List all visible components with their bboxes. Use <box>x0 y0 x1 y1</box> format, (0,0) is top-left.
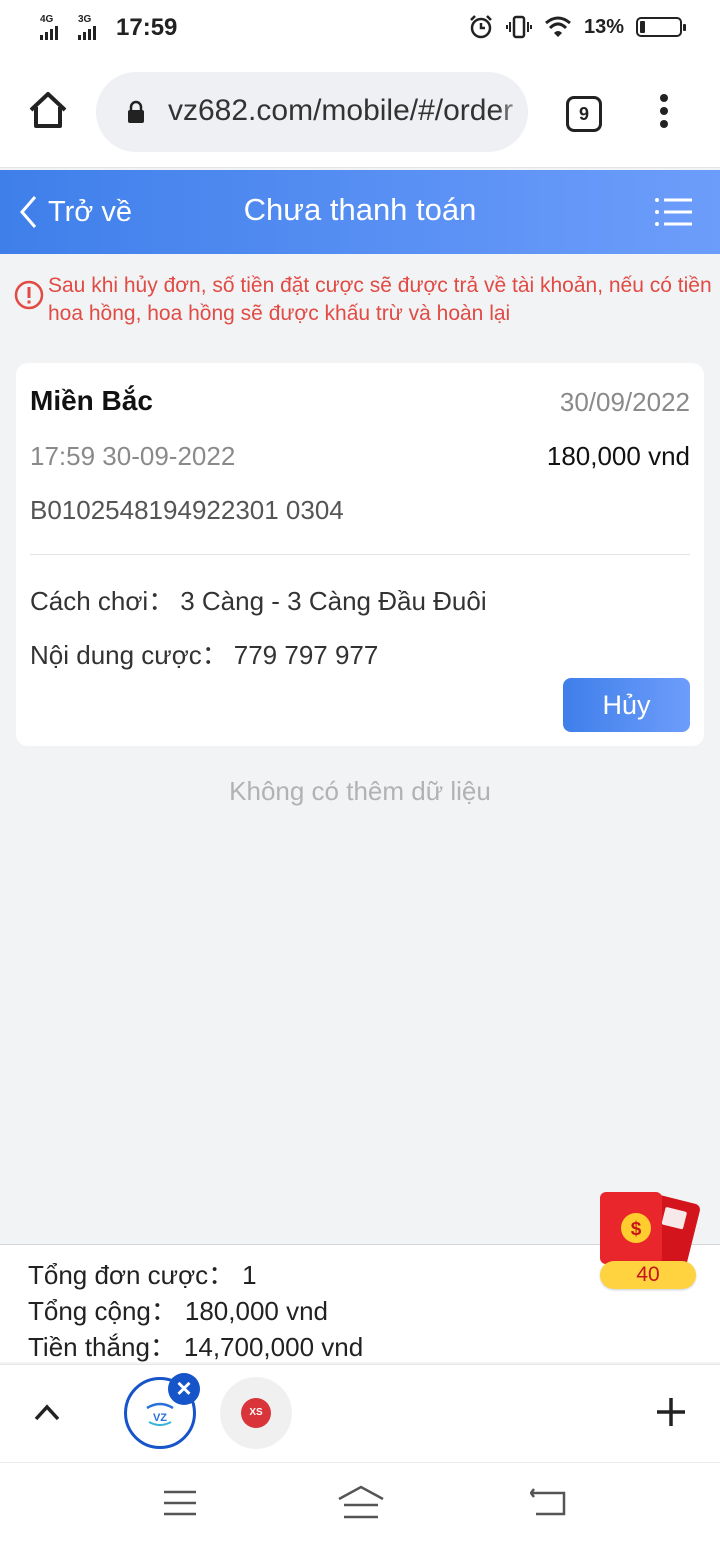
close-tab-icon[interactable]: × <box>168 1373 200 1405</box>
total-amount-value: 180,000 vnd <box>184 1296 329 1326</box>
play-type-row: Cách chơi： 3 Càng - 3 Càng Đầu Đuôi <box>30 581 487 618</box>
sim1-network-label: 4G <box>40 14 54 25</box>
winnings-label: Tiền thắng： <box>28 1332 176 1362</box>
xs-logo-icon: XS <box>241 1398 271 1428</box>
order-amount: 180,000 vnd <box>546 441 690 471</box>
cancel-order-button[interactable]: Hủy <box>563 678 690 732</box>
bet-content-label: Nội dung cược： <box>30 640 228 670</box>
system-navigation-bar <box>0 1462 720 1544</box>
chevron-up-icon[interactable] <box>30 1399 64 1425</box>
vz-logo-icon: VZ <box>146 1402 174 1426</box>
bet-content-value: 779 797 977 <box>233 640 379 670</box>
status-clock: 17:59 <box>116 14 178 41</box>
play-type-value: 3 Càng - 3 Càng Đầu Đuôi <box>180 586 487 616</box>
no-more-data-text: Không có thêm dữ liệu <box>229 776 491 806</box>
recent-apps-icon[interactable] <box>163 1489 197 1517</box>
signal-bars-icon <box>40 26 58 40</box>
status-right-group: 13% <box>468 14 686 40</box>
new-tab-plus-icon[interactable] <box>654 1395 688 1429</box>
tab-switcher-button[interactable]: 9 <box>566 96 602 132</box>
order-date: 30/09/2022 <box>559 387 690 417</box>
browser-tab-strip: VZ × XS <box>0 1364 720 1462</box>
svg-text:VZ: VZ <box>153 1412 167 1424</box>
sim2-network-label: 3G <box>78 14 92 25</box>
browser-toolbar: vz682.com/mobile/#/order 9 <box>0 58 720 168</box>
order-time: 17:59 30-09-2022 <box>30 441 236 471</box>
signal-sim1: 4G <box>40 14 58 40</box>
app-header: Trở về Chưa thanh toán <box>0 170 720 254</box>
notice-text: Sau khi hủy đơn, số tiền đặt cược sẽ đượ… <box>48 274 712 325</box>
play-type-label: Cách chơi： <box>30 586 175 616</box>
winnings-value: 14,700,000 vnd <box>183 1332 364 1362</box>
warning-icon <box>14 280 44 310</box>
address-bar[interactable]: vz682.com/mobile/#/order <box>96 72 528 152</box>
more-menu-icon[interactable] <box>654 94 674 134</box>
svg-text:$: $ <box>631 1219 642 1240</box>
battery-icon <box>636 17 686 37</box>
order-card: Miền Bắc 30/09/2022 17:59 30-09-2022 180… <box>16 363 704 746</box>
wifi-icon <box>545 16 571 37</box>
battery-percent: 13% <box>583 15 624 38</box>
order-code: B0102548194922301 0304 <box>30 495 344 525</box>
signal-bars-icon <box>78 26 96 40</box>
url-text: vz682.com/mobile/#/order <box>168 94 514 127</box>
system-back-icon[interactable] <box>530 1485 568 1517</box>
signal-sim2: 3G <box>78 14 96 40</box>
total-amount-row: Tổng cộng： 180,000 vnd <box>28 1291 328 1328</box>
system-home-icon[interactable] <box>336 1485 386 1519</box>
total-orders-label: Tổng đơn cược： <box>28 1260 235 1290</box>
total-orders-row: Tổng đơn cược： 1 <box>28 1255 257 1292</box>
order-region: Miền Bắc <box>30 385 153 416</box>
red-envelope-count: 40 <box>600 1261 696 1289</box>
list-menu-icon[interactable] <box>654 196 694 228</box>
page-title: Chưa thanh toán <box>243 192 477 227</box>
winnings-row: Tiền thắng： 14,700,000 vnd <box>28 1327 363 1364</box>
divider <box>30 554 690 555</box>
tab-xs-site[interactable]: XS <box>220 1377 292 1449</box>
status-bar: 4G 3G 17:59 13% <box>0 0 720 58</box>
home-icon[interactable] <box>26 88 70 132</box>
vibrate-icon <box>505 15 532 39</box>
alarm-icon <box>470 15 492 39</box>
lock-icon <box>128 100 144 123</box>
total-orders-value: 1 <box>242 1260 257 1290</box>
total-amount-label: Tổng cộng： <box>28 1296 177 1326</box>
bet-content-row: Nội dung cược： 779 797 977 <box>30 635 378 672</box>
